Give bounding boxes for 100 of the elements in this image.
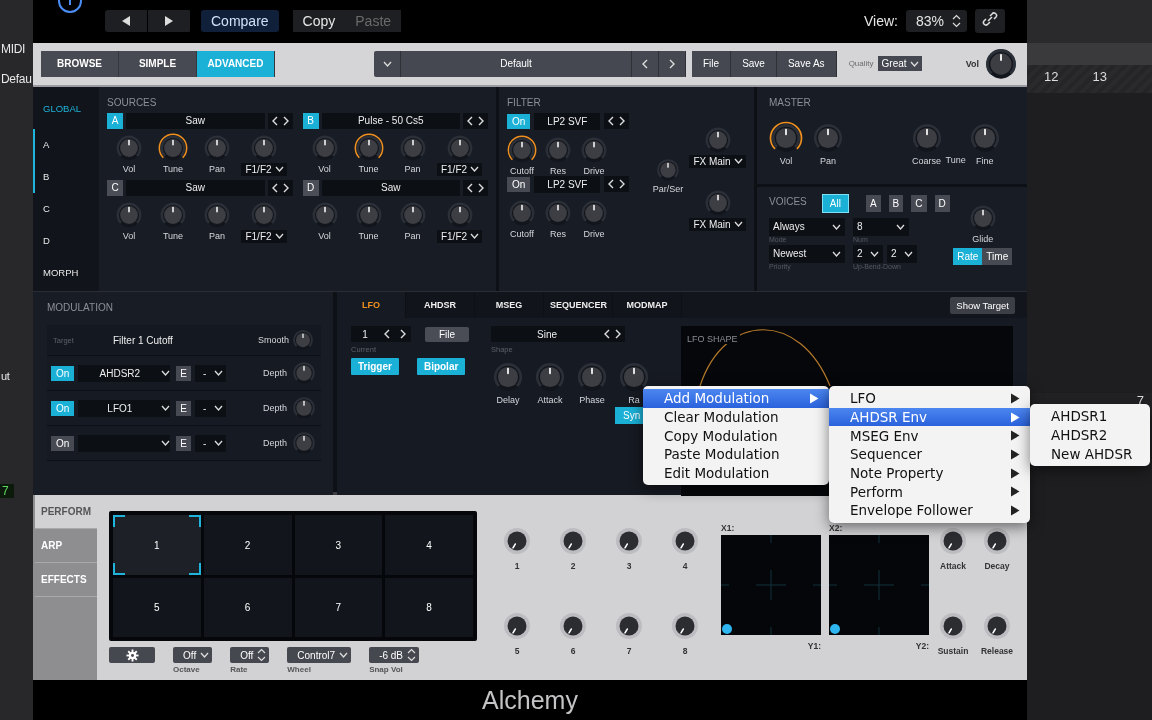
left-chevron-icon[interactable]: [641, 58, 649, 69]
file-button[interactable]: File: [692, 50, 732, 77]
source-selector[interactable]: Pulse - 50 Cs5: [321, 112, 460, 129]
menu-item[interactable]: AHDSR Env: [829, 407, 1030, 427]
left-chevron-icon[interactable]: [607, 179, 616, 190]
stepper-icon[interactable]: [407, 648, 417, 663]
fx-route-dropdown[interactable]: FX Main: [689, 217, 746, 231]
chevron-down-icon[interactable]: [161, 370, 171, 377]
right-chevron-icon[interactable]: [668, 58, 676, 69]
chevron-down-icon[interactable]: [339, 652, 349, 659]
fx-route-dropdown[interactable]: FX Main: [689, 154, 746, 168]
right-chevron-icon[interactable]: [477, 182, 485, 193]
bend-up-dropdown[interactable]: 2: [853, 244, 883, 263]
chevron-down-icon[interactable]: [870, 250, 879, 257]
stepper-icon[interactable]: [257, 648, 267, 663]
chevron-down-icon[interactable]: [832, 223, 841, 230]
chevron-down-icon[interactable]: [470, 233, 480, 240]
stepper-field[interactable]: Off: [230, 647, 270, 664]
route-dropdown[interactable]: F1/F2: [436, 229, 483, 243]
source-toggle[interactable]: C: [107, 179, 123, 196]
menu-item[interactable]: LFO: [829, 389, 1030, 408]
snapshot-pad[interactable]: 8: [385, 577, 473, 638]
left-chevron-icon[interactable]: [270, 115, 279, 126]
voice-button[interactable]: D: [934, 194, 950, 212]
knob[interactable]: [158, 132, 188, 163]
filter-type-selector[interactable]: LP2 SVF: [534, 175, 601, 193]
chevron-down-icon[interactable]: [214, 440, 224, 447]
route-dropdown[interactable]: F1/F2: [241, 229, 287, 243]
menu-item[interactable]: AHDSR2: [1030, 425, 1150, 445]
shape-selector[interactable]: Sine: [491, 326, 625, 343]
menu-item[interactable]: MSEG Env: [829, 426, 1030, 446]
route-dropdown[interactable]: F1/F2: [241, 162, 287, 176]
menu-item[interactable]: Note Property: [829, 463, 1030, 483]
mod-source-dropdown[interactable]: AHDSR2: [78, 364, 171, 382]
menu-item[interactable]: Copy Modulation: [643, 426, 829, 446]
sidebar-item[interactable]: MORPH: [33, 256, 99, 289]
right-chevron-icon[interactable]: [618, 116, 627, 127]
left-chevron-icon[interactable]: [383, 329, 391, 340]
edit-button[interactable]: E: [176, 435, 191, 451]
edit-button[interactable]: E: [176, 400, 191, 416]
chevron-down-icon[interactable]: [904, 250, 913, 257]
menu-item[interactable]: Perform: [829, 482, 1030, 502]
chevron-down-icon[interactable]: [200, 652, 210, 659]
mod-tab[interactable]: LFO: [337, 292, 406, 319]
voice-button[interactable]: C: [911, 194, 927, 212]
file-button[interactable]: File: [425, 326, 470, 342]
quality-dropdown[interactable]: Great: [877, 56, 922, 72]
on-toggle[interactable]: On: [51, 435, 75, 451]
mod-source-dropdown[interactable]: LFO1: [78, 399, 171, 417]
right-chevron-icon[interactable]: [281, 182, 290, 193]
left-chevron-icon[interactable]: [466, 115, 474, 126]
left-chevron-icon[interactable]: [466, 182, 474, 193]
edit-button[interactable]: E: [176, 365, 191, 381]
snapshot-pad[interactable]: 4: [385, 515, 473, 575]
on-toggle[interactable]: On: [507, 176, 531, 192]
sidebar-item[interactable]: C: [33, 192, 99, 225]
chevron-down-icon[interactable]: [733, 221, 743, 228]
dropdown-field[interactable]: Control7: [287, 647, 352, 664]
snapshot-pad[interactable]: 2: [203, 515, 292, 575]
bend-down-dropdown[interactable]: 2: [887, 244, 917, 263]
left-chevron-icon[interactable]: [607, 116, 616, 127]
menu-item[interactable]: Paste Modulation: [643, 445, 829, 464]
chevron-down-icon[interactable]: [896, 223, 905, 230]
dropdown-field[interactable]: Off: [173, 647, 213, 664]
voice-button[interactable]: B: [888, 194, 904, 212]
header-button[interactable]: Copy: [292, 10, 346, 33]
knob[interactable]: [353, 132, 384, 163]
left-chevron-icon[interactable]: [270, 182, 279, 193]
chevron-down-icon[interactable]: [909, 60, 919, 67]
mode-tab[interactable]: BROWSE: [41, 50, 119, 77]
source-toggle[interactable]: D: [302, 179, 319, 196]
previous-icon[interactable]: [120, 15, 132, 28]
right-chevron-icon[interactable]: [477, 115, 485, 126]
perform-tab[interactable]: PERFORM: [35, 495, 97, 530]
snapshot-pad[interactable]: 5: [113, 577, 201, 638]
file-button[interactable]: Save As: [776, 50, 837, 77]
mod-via-dropdown[interactable]: -: [195, 434, 227, 452]
stepper-field[interactable]: -6 dB: [369, 647, 420, 664]
glide-mode-button[interactable]: Time: [982, 247, 1013, 265]
preset-selector[interactable]: Default: [374, 50, 686, 77]
source-selector[interactable]: Saw: [321, 179, 460, 196]
menu-item[interactable]: Sequencer: [829, 445, 1030, 464]
chevron-down-icon[interactable]: [470, 166, 480, 173]
menu-item[interactable]: New AHDSR: [1030, 444, 1150, 464]
knob[interactable]: [769, 120, 803, 155]
menu-item[interactable]: Envelope Follower: [829, 501, 1030, 520]
sidebar-item[interactable]: D: [33, 224, 99, 257]
link-button[interactable]: [975, 9, 1005, 34]
source-selector[interactable]: Saw: [126, 179, 265, 196]
left-chevron-icon[interactable]: [603, 329, 611, 340]
mode-tab[interactable]: SIMPLE: [119, 50, 197, 77]
right-chevron-icon[interactable]: [614, 329, 622, 340]
mode-dropdown[interactable]: Always: [769, 217, 845, 236]
mod-via-dropdown[interactable]: -: [195, 364, 227, 382]
chevron-down-icon[interactable]: [214, 405, 224, 412]
menu-item[interactable]: Clear Modulation: [643, 407, 829, 427]
stepper-icon[interactable]: [952, 14, 961, 29]
chevron-down-icon[interactable]: [274, 233, 284, 240]
chevron-down-icon[interactable]: [274, 166, 284, 173]
snapshot-pad[interactable]: 6: [203, 577, 292, 638]
